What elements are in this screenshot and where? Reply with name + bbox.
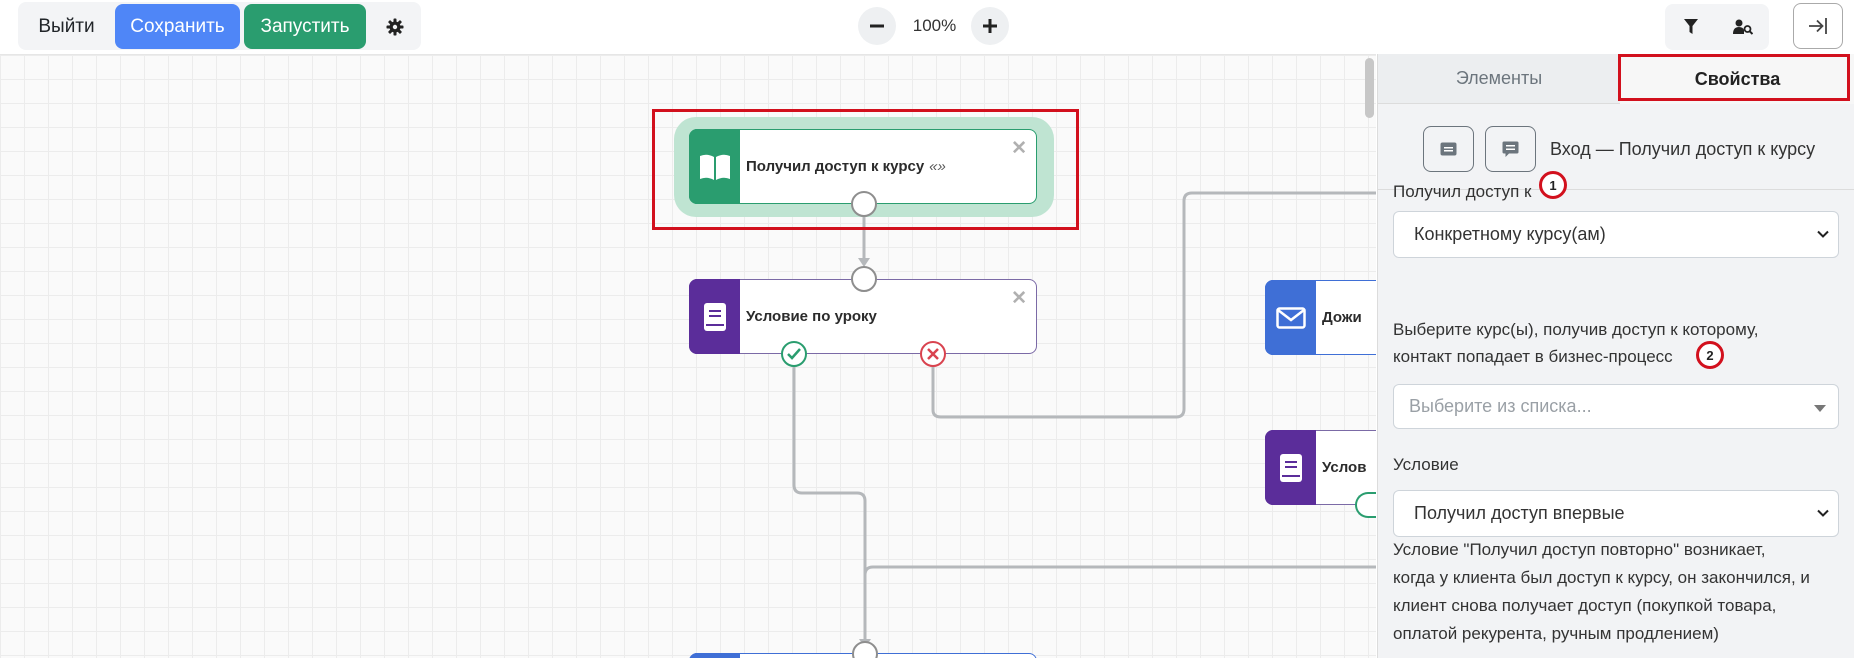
- arrow-to-right-icon: [1809, 18, 1827, 34]
- chevron-down-icon: [1817, 230, 1829, 238]
- entry-node-highlight: [652, 109, 1079, 230]
- filter-icon: [1684, 19, 1698, 34]
- checkmark-icon: [787, 348, 801, 360]
- courses-select-placeholder: Выберите из списка...: [1409, 396, 1592, 416]
- lesson-condition-close-icon[interactable]: ✕: [1011, 287, 1027, 310]
- access-select-value: Конкретному курсу(ам): [1414, 224, 1606, 244]
- exit-button[interactable]: Выйти: [20, 4, 113, 49]
- panel-header-title: Вход — Получил доступ к курсу: [1550, 138, 1816, 159]
- wait-node-title: Дожи: [1322, 309, 1362, 326]
- lesson-condition-title: Условие по уроку: [746, 308, 877, 325]
- courses-label: Выберите курс(ы), получив доступ к котор…: [1393, 316, 1843, 370]
- tab-elements[interactable]: Элементы: [1378, 54, 1620, 104]
- courses-label-line2: контакт попадает в бизнес-процесс: [1393, 347, 1673, 366]
- lesson-condition-fail-port[interactable]: [920, 341, 946, 367]
- access-select[interactable]: Конкретному курсу(ам): [1393, 211, 1839, 258]
- lesson-condition-input-port[interactable]: [851, 266, 877, 292]
- zoom-controls: 100%: [858, 6, 1010, 46]
- condition2-title: Услов: [1322, 459, 1367, 476]
- condition2-icon-box: [1265, 430, 1316, 505]
- zoom-level: 100%: [912, 16, 957, 35]
- minus-icon: [870, 24, 884, 28]
- run-button[interactable]: Запустить: [244, 4, 366, 49]
- envelope-icon: [1275, 306, 1306, 329]
- user-search-icon: [1733, 19, 1753, 35]
- condition-select[interactable]: Получил доступ впервые: [1393, 490, 1839, 537]
- caret-down-icon: [1814, 405, 1826, 412]
- condition2-success-port[interactable]: [1355, 492, 1376, 518]
- wait-node-icon-box: [1265, 280, 1316, 355]
- zoom-out-button[interactable]: [858, 7, 896, 45]
- courses-select[interactable]: Выберите из списка...: [1393, 384, 1839, 429]
- wait-node[interactable]: Дожи: [1265, 280, 1376, 355]
- condition-help-text: Условие "Получил доступ повторно" возник…: [1393, 536, 1849, 648]
- collapse-panel-button[interactable]: [1793, 3, 1843, 49]
- canvas-scrollbar[interactable]: [1365, 58, 1374, 118]
- filter-button[interactable]: [1665, 4, 1717, 50]
- help-line-4: оплатой рекурента, ручным продлением): [1393, 624, 1719, 643]
- courses-label-line1: Выберите курс(ы), получив доступ к котор…: [1393, 320, 1759, 339]
- help-line-3: клиент снова получает доступ (покупкой т…: [1393, 596, 1777, 615]
- chevron-down-icon: [1817, 509, 1829, 517]
- help-line-2: когда у клиента был доступ к курсу, он з…: [1393, 568, 1810, 587]
- annotation-badge-2: 2: [1696, 341, 1724, 369]
- properties-panel: Элементы Свойства Вход — Получил доступ …: [1377, 54, 1854, 658]
- note-button[interactable]: [1423, 126, 1474, 172]
- cross-icon: [927, 348, 939, 360]
- settings-button[interactable]: [370, 4, 420, 49]
- gear-icon: [386, 18, 404, 35]
- lesson-condition-icon-box: [689, 279, 740, 354]
- comment-button[interactable]: [1485, 126, 1536, 172]
- zoom-in-button[interactable]: [971, 7, 1009, 45]
- access-label: Получил доступ к: [1393, 182, 1532, 201]
- condition-label: Условие: [1393, 455, 1459, 474]
- annotation-badge-1: 1: [1539, 171, 1567, 199]
- book-icon: [1279, 453, 1302, 482]
- lesson-condition-success-port[interactable]: [781, 341, 807, 367]
- top-toolbar: Выйти Сохранить Запустить 100%: [0, 0, 1843, 54]
- save-button[interactable]: Сохранить: [115, 4, 240, 49]
- right-tools-group: [1665, 4, 1769, 50]
- help-line-1: Условие "Получил доступ повторно" возник…: [1393, 540, 1766, 559]
- plus-icon: [983, 19, 997, 33]
- note-icon: [1440, 142, 1457, 156]
- user-search-button[interactable]: [1717, 4, 1769, 50]
- properties-tab-highlight: [1618, 54, 1850, 101]
- condition-select-value: Получил доступ впервые: [1414, 503, 1625, 523]
- book-icon: [703, 302, 726, 331]
- comment-icon: [1502, 141, 1519, 157]
